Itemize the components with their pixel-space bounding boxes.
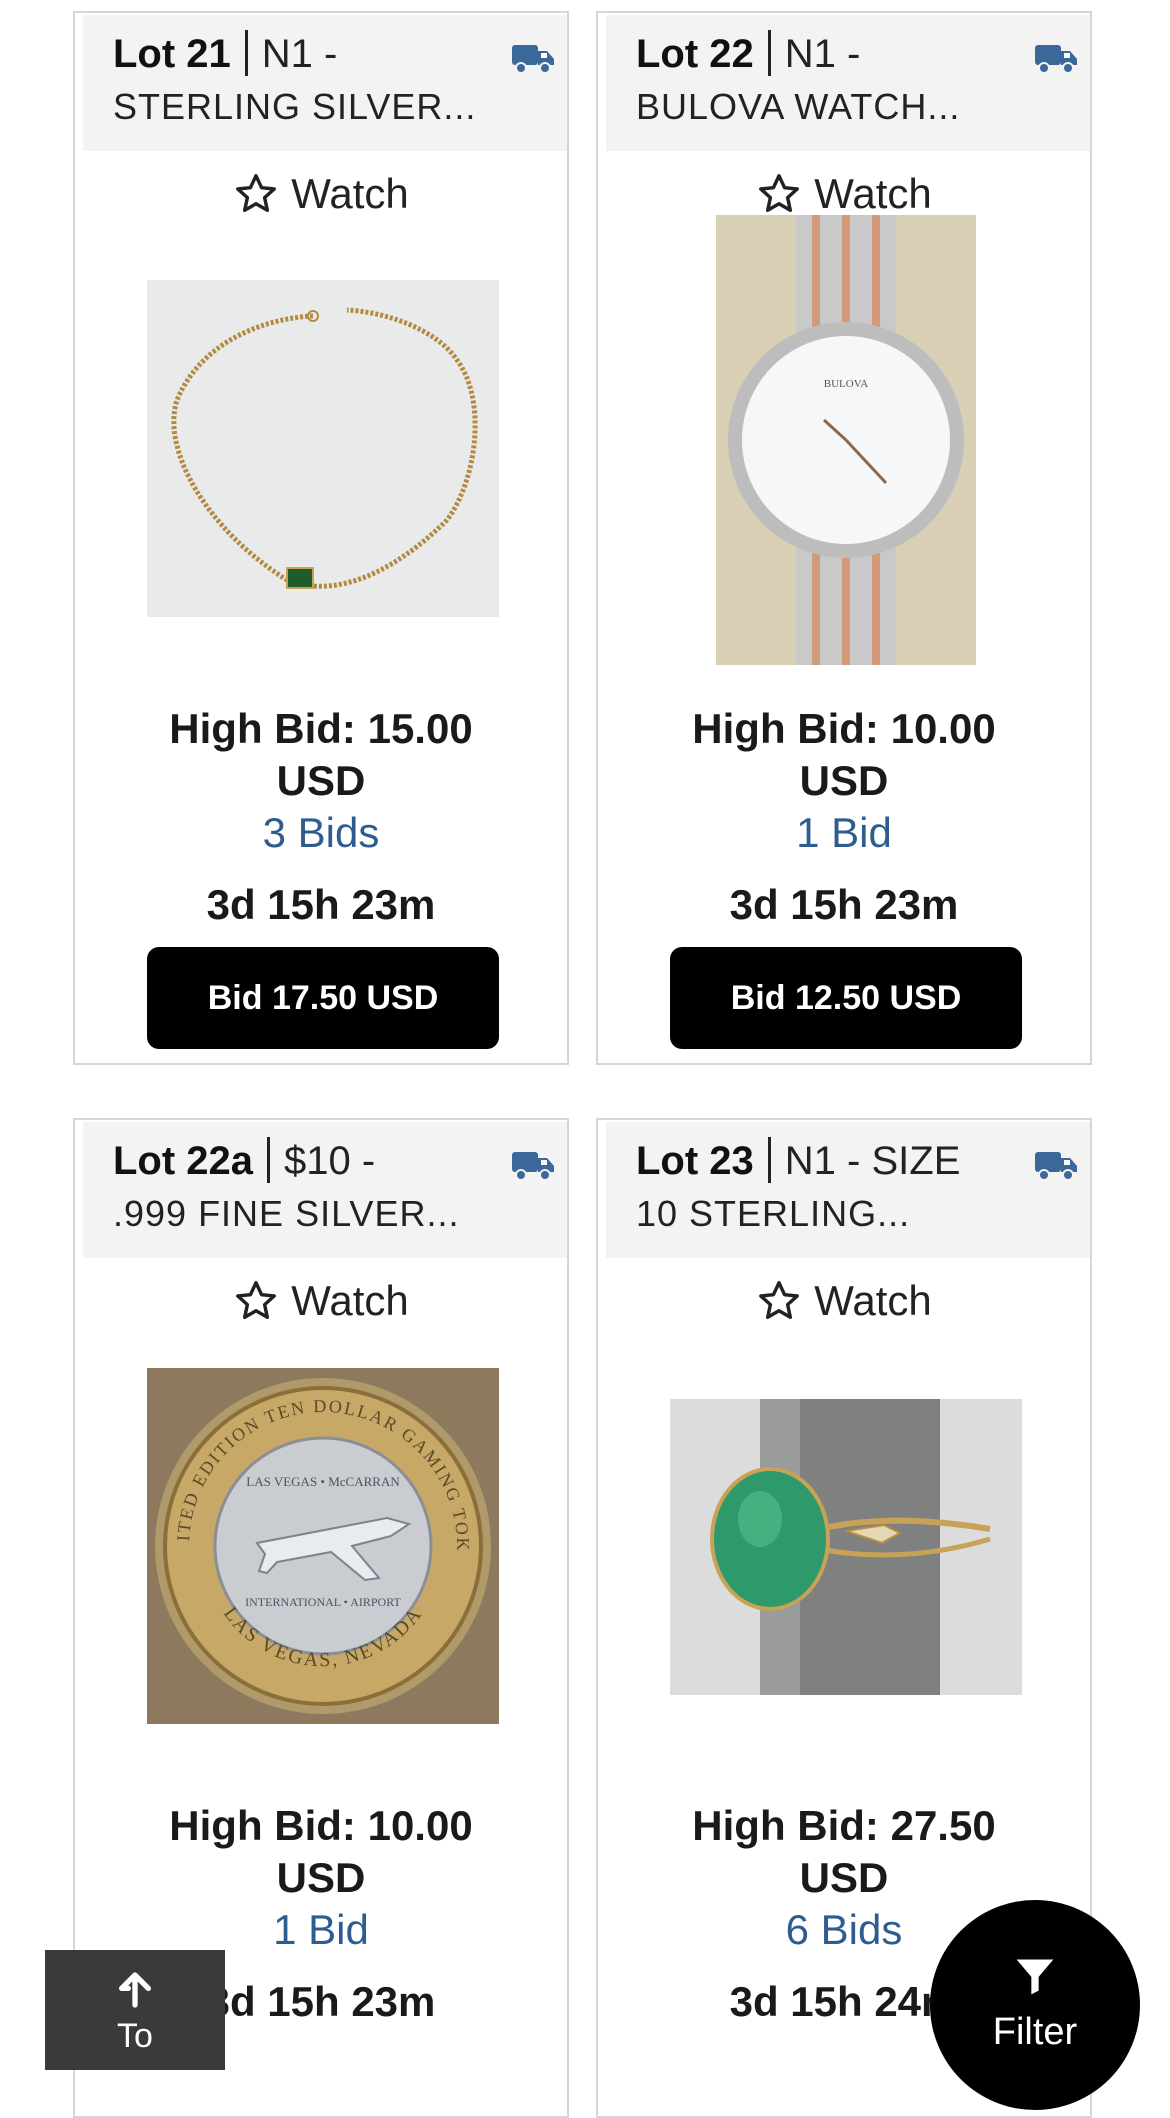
lot-image[interactable] (147, 280, 499, 617)
lot-title-continued: STERLING SILVER... (113, 86, 477, 127)
time-remaining: 3d 15h 23m (206, 881, 436, 928)
lot-image[interactable]: BULOVA (716, 215, 976, 665)
filter-button[interactable]: Filter (930, 1900, 1140, 2110)
lot-number: Lot 22 (636, 32, 754, 76)
lot-title: N1 - (784, 32, 861, 76)
star-outline-icon (236, 174, 277, 213)
star-outline-icon (759, 174, 800, 213)
lot-title-continued: .999 FINE SILVER... (113, 1193, 460, 1234)
time-remaining: 3d 15h 23m (729, 881, 959, 928)
back-to-top-button[interactable]: To (45, 1950, 225, 2070)
watch-label: Watch (814, 1277, 932, 1324)
high-bid: High Bid: 10.00 USD (692, 705, 996, 804)
coin-center-text: LAS VEGAS • McCARRAN (246, 1474, 400, 1489)
lot-number: Lot 21 (113, 32, 231, 76)
lot-title-continued: BULOVA WATCH... (636, 86, 961, 127)
watch-toggle[interactable]: Watch (598, 1270, 1090, 1332)
star-outline-icon (759, 1281, 800, 1320)
bid-count-link[interactable]: 1 Bid (598, 807, 1090, 859)
lot-number: Lot 22a (113, 1139, 254, 1183)
lot-header[interactable]: Lot 21 N1 - STERLING SILVER... (83, 15, 567, 151)
bid-count-link[interactable]: 3 Bids (75, 807, 567, 859)
watch-label: Watch (814, 170, 932, 217)
star-outline-icon (236, 1281, 277, 1320)
lot-image[interactable] (670, 1399, 1022, 1695)
arrow-up-icon (119, 1972, 151, 2008)
lot-header[interactable]: Lot 22a $10 - .999 FINE SILVER... (83, 1122, 567, 1258)
divider (767, 1137, 771, 1183)
watch-toggle[interactable]: Watch (75, 1270, 567, 1332)
dial-brand: BULOVA (824, 378, 868, 390)
lot-image[interactable]: LIMITED EDITION TEN DOLLAR GAMING TOKEN … (147, 1368, 499, 1724)
divider (244, 30, 248, 76)
lot-number: Lot 23 (636, 1139, 754, 1183)
lot-header[interactable]: Lot 22 N1 - BULOVA WATCH... (606, 15, 1090, 151)
watch-toggle[interactable]: Watch (75, 163, 567, 225)
divider (767, 30, 771, 76)
funnel-icon (1016, 1959, 1054, 1995)
coin-center-text: INTERNATIONAL • AIRPORT (245, 1595, 401, 1609)
bid-count-link[interactable]: 1 Bid (75, 1904, 567, 1956)
lot-title: N1 - SIZE (784, 1139, 961, 1183)
lot-card[interactable]: Lot 21 N1 - STERLING SILVER... Watch High… (73, 11, 569, 1065)
back-to-top-label: To (117, 2017, 153, 2055)
lot-title: $10 - (284, 1139, 376, 1183)
lot-card[interactable]: Lot 22 N1 - BULOVA WATCH... Watch BULOVA… (596, 11, 1092, 1065)
truck-icon (512, 45, 554, 74)
truck-icon (512, 1152, 554, 1181)
watch-label: Watch (291, 170, 409, 217)
high-bid: High Bid: 27.50 USD (692, 1802, 996, 1901)
watch-label: Watch (291, 1277, 409, 1324)
high-bid: High Bid: 10.00 USD (169, 1802, 473, 1901)
lot-header[interactable]: Lot 23 N1 - SIZE 10 STERLING... (606, 1122, 1090, 1258)
lot-title: N1 - (261, 32, 338, 76)
truck-icon (1035, 45, 1077, 74)
lot-title-continued: 10 STERLING... (636, 1193, 911, 1234)
truck-icon (1035, 1152, 1077, 1181)
bid-button[interactable]: Bid 12.50 USD (670, 947, 1022, 1049)
divider (267, 1137, 271, 1183)
high-bid: High Bid: 15.00 USD (169, 705, 473, 804)
bid-button[interactable]: Bid 17.50 USD (147, 947, 499, 1049)
